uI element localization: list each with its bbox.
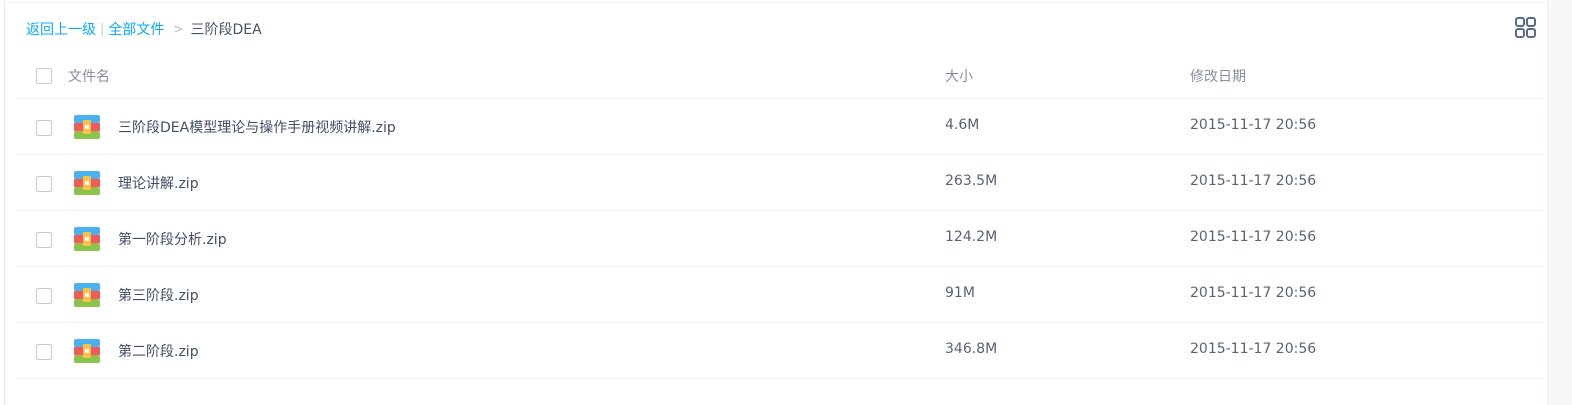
file-size: 263.5M	[945, 173, 998, 189]
zip-archive-icon	[74, 339, 100, 363]
file-browser: 返回上一级 | 全部文件 > 三阶段DEA 文件名 大小 修改日期 三阶段DEA…	[0, 0, 1572, 405]
breadcrumb-separator: |	[100, 21, 105, 37]
zip-archive-icon	[74, 283, 100, 307]
file-name[interactable]: 三阶段DEA模型理论与操作手册视频讲解.zip	[118, 117, 396, 137]
back-link[interactable]: 返回上一级	[26, 19, 96, 39]
file-modified-date: 2015-11-17 20:56	[1190, 117, 1317, 133]
all-files-link[interactable]: 全部文件	[108, 19, 164, 39]
file-modified-date: 2015-11-17 20:56	[1190, 173, 1317, 189]
table-header: 文件名 大小 修改日期	[16, 52, 1544, 99]
row-checkbox[interactable]	[36, 344, 52, 360]
column-header-size[interactable]: 大小	[945, 66, 973, 86]
file-name[interactable]: 第三阶段.zip	[118, 285, 199, 305]
file-name[interactable]: 第一阶段分析.zip	[118, 229, 227, 249]
file-list: 文件名 大小 修改日期 三阶段DEA模型理论与操作手册视频讲解.zip 4.6M…	[16, 52, 1544, 379]
row-checkbox[interactable]	[36, 120, 52, 136]
file-size: 124.2M	[945, 229, 998, 245]
column-header-name[interactable]: 文件名	[68, 66, 110, 86]
zip-archive-icon	[74, 115, 100, 139]
zip-archive-icon	[74, 227, 100, 251]
table-row[interactable]: 第三阶段.zip 91M 2015-11-17 20:56	[16, 267, 1544, 323]
table-row[interactable]: 第一阶段分析.zip 124.2M 2015-11-17 20:56	[16, 211, 1544, 267]
file-size: 346.8M	[945, 341, 998, 357]
row-checkbox[interactable]	[36, 232, 52, 248]
current-folder: 三阶段DEA	[190, 22, 262, 38]
file-modified-date: 2015-11-17 20:56	[1190, 341, 1317, 357]
scrollbar-track[interactable]	[1547, 0, 1572, 405]
table-row[interactable]: 第二阶段.zip 346.8M 2015-11-17 20:56	[16, 323, 1544, 379]
select-all-checkbox[interactable]	[36, 68, 52, 84]
file-name[interactable]: 第二阶段.zip	[118, 341, 199, 361]
breadcrumb-arrow: >	[173, 22, 184, 36]
top-divider	[5, 2, 1548, 3]
left-border	[4, 0, 5, 405]
file-name[interactable]: 理论讲解.zip	[118, 173, 199, 193]
file-modified-date: 2015-11-17 20:56	[1190, 285, 1317, 301]
file-modified-date: 2015-11-17 20:56	[1190, 229, 1317, 245]
file-size: 4.6M	[945, 117, 980, 133]
grid-view-icon[interactable]	[1515, 17, 1536, 38]
column-header-modified[interactable]: 修改日期	[1190, 66, 1246, 86]
file-size: 91M	[945, 285, 975, 301]
row-checkbox[interactable]	[36, 288, 52, 304]
table-row[interactable]: 三阶段DEA模型理论与操作手册视频讲解.zip 4.6M 2015-11-17 …	[16, 99, 1544, 155]
row-checkbox[interactable]	[36, 176, 52, 192]
table-row[interactable]: 理论讲解.zip 263.5M 2015-11-17 20:56	[16, 155, 1544, 211]
breadcrumb: 返回上一级 | 全部文件 > 三阶段DEA	[26, 18, 262, 40]
zip-archive-icon	[74, 171, 100, 195]
